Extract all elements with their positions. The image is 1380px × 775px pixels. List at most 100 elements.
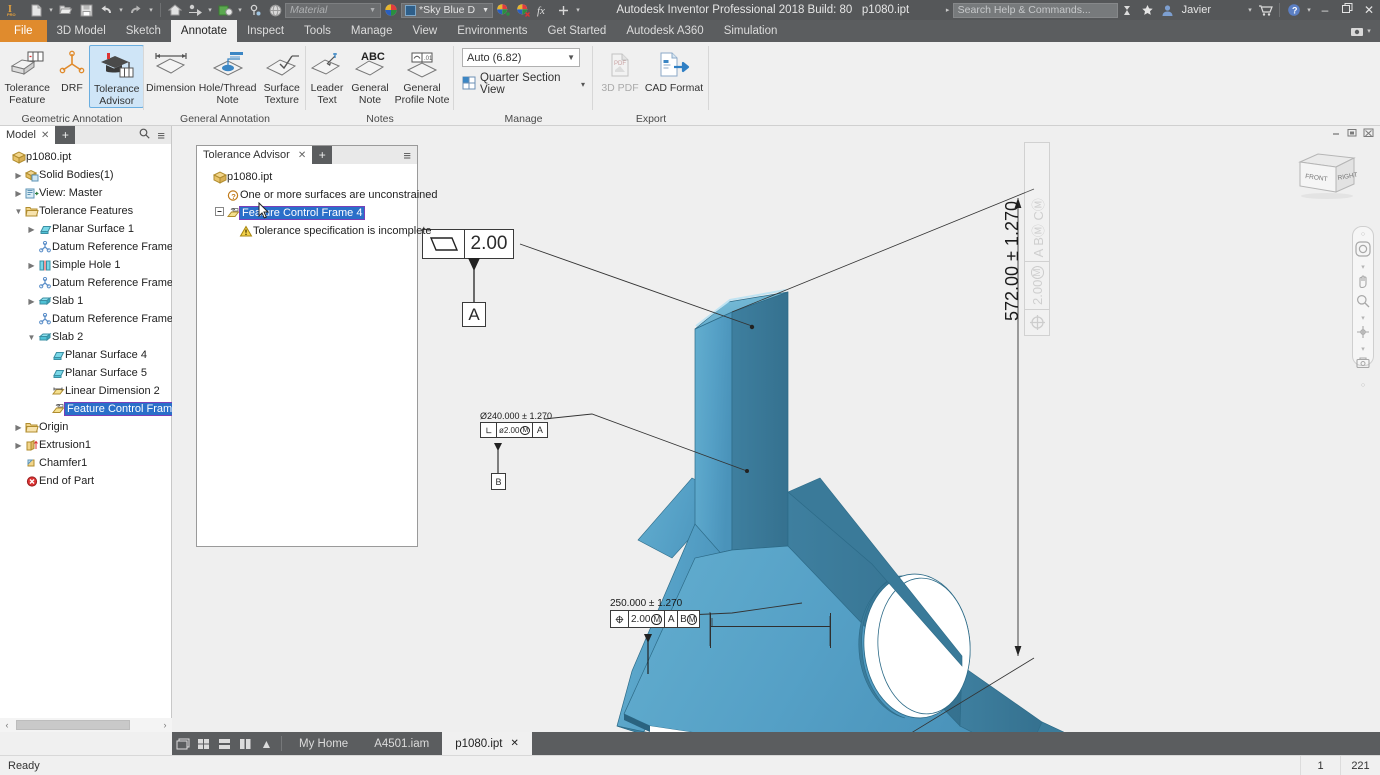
browser-tab-model[interactable]: Model ✕ (0, 126, 56, 144)
undo-caret-icon[interactable]: ▾ (116, 6, 126, 14)
ribbon-display-options[interactable]: ▾ (1350, 20, 1380, 42)
material-selector[interactable]: Material ▼ (285, 2, 381, 18)
export-cad-format-button[interactable]: CAD Format (643, 45, 705, 95)
model-tree-item[interactable]: Feature Control Frame 4 (0, 400, 191, 418)
sign-in-icon[interactable] (1118, 1, 1138, 19)
open-folder-icon[interactable] (56, 1, 76, 19)
model-tree-item[interactable]: ▼ Tolerance Features (0, 202, 171, 220)
model-tree-item[interactable]: ▶ Simple Hole 1 (0, 256, 171, 274)
chevron-down-icon[interactable]: ▼ (26, 333, 37, 342)
tolerance-precision-select[interactable]: Auto (6.82) ▼ (462, 48, 580, 67)
position-annotation-group[interactable]: 250.000 ± 1.270 2.00M A BM C (610, 598, 701, 674)
model-tree-item[interactable]: p1080.ipt (0, 148, 171, 166)
search-icon[interactable] (139, 128, 151, 142)
add-toolbar-icon[interactable] (553, 1, 573, 19)
model-tree-item[interactable]: Datum Reference Frame 3 (A (0, 310, 196, 328)
add-tab-button[interactable]: + (312, 146, 333, 164)
tile-vertical-icon[interactable] (235, 732, 256, 755)
vertical-dimension-text[interactable]: 572.00 ± 1.270 (1002, 201, 1023, 321)
tolerance-advisor-button[interactable]: Tolerance Advisor (89, 45, 144, 108)
search-input[interactable]: Search Help & Commands... (952, 2, 1118, 18)
tab-environments[interactable]: Environments (447, 20, 537, 42)
chevron-right-icon[interactable]: ▶ (13, 171, 24, 180)
doctab-a4501[interactable]: A4501.iam (361, 732, 442, 755)
scrollbar-thumb[interactable] (16, 720, 130, 730)
doctab-p1080[interactable]: p1080.ipt ✕ (442, 732, 532, 755)
tab-3d-model[interactable]: 3D Model (47, 20, 116, 42)
cart-icon[interactable] (1255, 1, 1275, 19)
arrow-up-icon[interactable]: ▲ (256, 732, 277, 755)
quarter-section-view-button[interactable]: Quarter Section View ▾ (462, 72, 585, 96)
appearance-globe-icon[interactable] (265, 1, 285, 19)
tile-horizontal-icon[interactable] (214, 732, 235, 755)
tab-file[interactable]: File (0, 20, 47, 42)
chevron-right-icon[interactable]: ▶ (26, 261, 37, 270)
collapse-icon[interactable] (214, 207, 225, 219)
steering-wheel-icon[interactable] (1355, 241, 1371, 260)
user-caret-icon[interactable]: ▾ (1245, 6, 1255, 14)
surface-texture-button[interactable]: Surface Texture (257, 45, 306, 106)
avatar[interactable] (1158, 1, 1178, 19)
return-icon[interactable] (185, 1, 205, 19)
chevron-right-icon[interactable]: ▶ (26, 297, 37, 306)
look-at-icon[interactable] (1356, 356, 1370, 373)
general-note-button[interactable]: ABC General Note (348, 45, 392, 106)
tab-inspect[interactable]: Inspect (237, 20, 294, 42)
position-feature-control-frame[interactable]: 2.00 M A BM (610, 610, 701, 628)
model-tree-item[interactable]: Planar Surface 4 (0, 346, 171, 364)
close-icon[interactable]: ✕ (511, 738, 519, 749)
orbit-icon[interactable] (1356, 325, 1370, 342)
user-name[interactable]: Javier (1182, 4, 1211, 16)
model-tree-item[interactable]: Datum Reference Frame 1 (A (0, 238, 196, 256)
tab-get-started[interactable]: Get Started (538, 20, 617, 42)
model-tree-item[interactable]: ▶ Origin (0, 418, 171, 436)
return-caret-icon[interactable]: ▾ (205, 6, 215, 14)
view-cube[interactable]: FRONT RIGHT (1296, 148, 1358, 200)
tolerance-advisor-item[interactable]: ? One or more surfaces are unconstrained (201, 186, 438, 204)
tile-grid-icon[interactable] (193, 732, 214, 755)
toolbar-overflow-caret-icon[interactable]: ▾ (573, 6, 583, 14)
appearance-add-icon[interactable] (493, 1, 513, 19)
chevron-right-icon[interactable]: ▶ (26, 225, 37, 234)
general-profile-note-button[interactable]: .01 General Profile Note (392, 45, 452, 106)
new-file-icon[interactable] (26, 1, 46, 19)
hamburger-menu-icon[interactable]: ≡ (397, 146, 417, 164)
doctab-my-home[interactable]: My Home (286, 732, 361, 755)
tolerance-advisor-item[interactable]: Tolerance specification is incomplete (201, 222, 432, 240)
browser-horizontal-scrollbar[interactable]: ‹ › (0, 718, 172, 732)
restore-button[interactable] (1336, 3, 1358, 17)
minimize-button[interactable]: – (1314, 3, 1336, 17)
model-tree-item[interactable]: ▼ Slab 2 (0, 328, 171, 346)
tab-annotate[interactable]: Annotate (170, 20, 237, 42)
drf-button[interactable]: DRF (54, 45, 89, 95)
perpendicularity-annotation-group[interactable]: Ø240.000 ± 1.270 ø2.00 M A B (480, 411, 552, 490)
chevron-right-icon[interactable]: ▶ (13, 423, 24, 432)
tab-sketch[interactable]: Sketch (116, 20, 171, 42)
3d-viewport[interactable]: 2.00 A Ø240.000 ± 1.270 ø2.00 M A B 250.… (172, 126, 1380, 732)
perpendicularity-feature-control-frame[interactable]: ø2.00 M A (480, 422, 548, 438)
chevron-down-icon[interactable]: ▾ (581, 80, 585, 89)
tolerance-advisor-panel[interactable]: Tolerance Advisor ✕ + ≡ p1080.ipt? One or… (196, 145, 438, 547)
chevron-right-icon[interactable]: ▶ (13, 441, 24, 450)
redo-icon[interactable] (126, 1, 146, 19)
chevron-right-icon[interactable]: ▶ (13, 189, 24, 198)
update-icon[interactable] (215, 1, 235, 19)
export-3d-pdf-button[interactable]: PDF 3D PDF (597, 45, 643, 95)
undo-icon[interactable] (96, 1, 116, 19)
flatness-feature-control-frame[interactable]: 2.00 A (422, 229, 514, 327)
update-caret-icon[interactable]: ▾ (235, 6, 245, 14)
save-icon[interactable] (76, 1, 96, 19)
redo-caret-icon[interactable]: ▾ (146, 6, 156, 14)
select-icon[interactable] (245, 1, 265, 19)
tolerance-advisor-tab[interactable]: Tolerance Advisor ✕ (197, 146, 313, 164)
tolerance-feature-button[interactable]: Tolerance Feature (0, 45, 54, 106)
close-button[interactable]: ✕ (1358, 3, 1380, 17)
model-tree-item[interactable]: ▶ Slab 1 (0, 292, 171, 310)
close-icon[interactable]: ✕ (41, 130, 49, 141)
favorites-star-icon[interactable] (1138, 1, 1158, 19)
tolerance-advisor-item[interactable]: p1080.ipt (201, 168, 417, 186)
help-icon[interactable]: ? (1284, 1, 1304, 19)
model-tree-item[interactable]: Datum Reference Frame 2 (A (0, 274, 196, 292)
material-palette-icon[interactable] (381, 1, 401, 19)
dimension-button[interactable]: Dimension (144, 45, 198, 95)
